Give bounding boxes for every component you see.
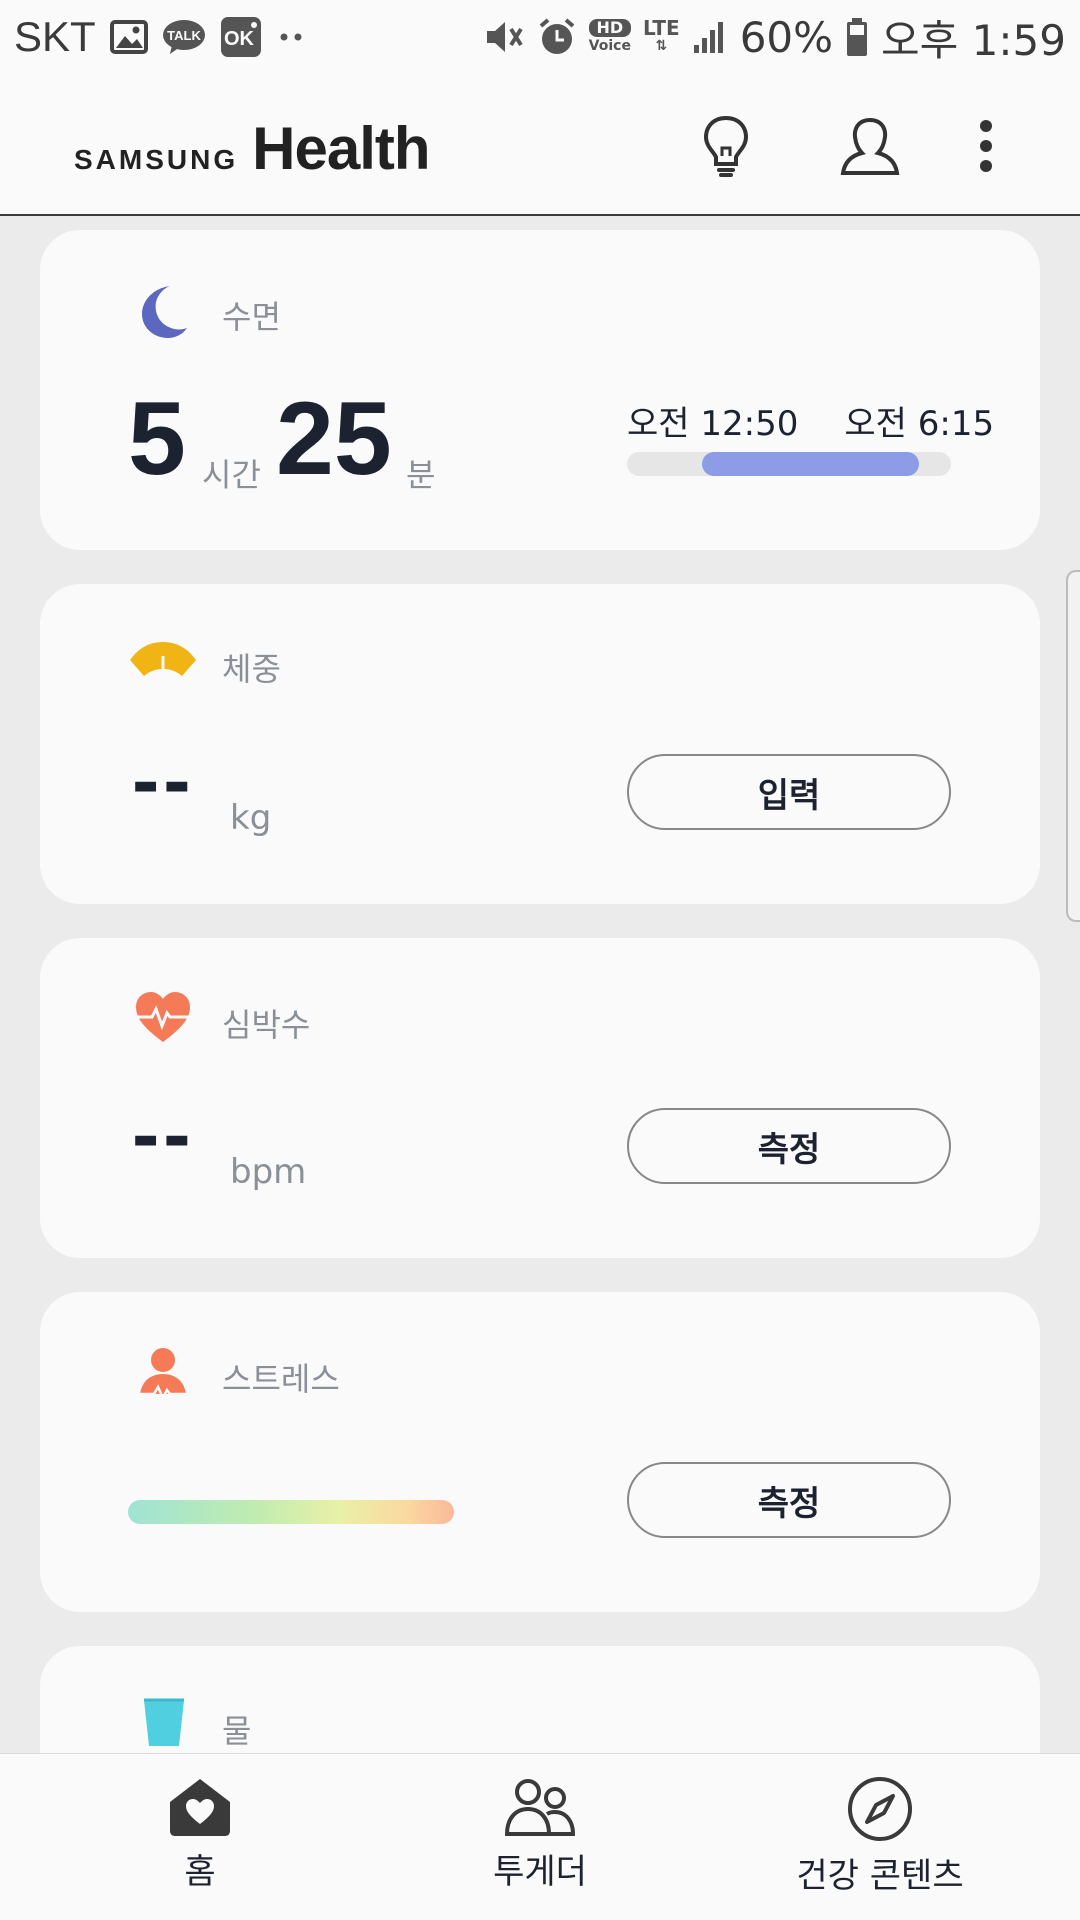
sleep-end-time: 오전 6:15 xyxy=(844,404,995,444)
stress-title: 스트레스 xyxy=(222,1360,340,1398)
sleep-minutes-unit: 분 xyxy=(406,456,436,494)
clock: 오후 1:59 xyxy=(881,15,1066,65)
sleep-hours: 5 xyxy=(128,381,186,497)
weight-input-button[interactable]: 입력 xyxy=(627,754,951,830)
sleep-timeline-fill xyxy=(701,452,919,476)
profile-icon[interactable] xyxy=(832,108,908,184)
side-panel-handle[interactable] xyxy=(1066,570,1080,922)
carrier-label: SKT xyxy=(14,13,96,60)
sleep-hours-unit: 시간 xyxy=(202,456,261,494)
ok-cashbag-icon: OK xyxy=(220,16,262,58)
sleep-start-time: 오전 12:50 xyxy=(627,404,799,444)
hd-voice-icon: HD Voice xyxy=(588,19,631,55)
gallery-icon xyxy=(109,20,148,54)
alarm-icon xyxy=(537,17,577,57)
compass-icon xyxy=(848,1777,912,1841)
weight-value: -- xyxy=(132,735,195,826)
nav-together-label: 투게더 xyxy=(493,1852,587,1892)
more-vert-icon[interactable] xyxy=(948,108,1024,184)
weight-title: 체중 xyxy=(222,650,281,688)
stress-card[interactable]: 스트레스 측정 xyxy=(40,1292,1040,1612)
sleep-card[interactable]: 수면 5 시간 25 분 오전 12:50 오전 6:15 xyxy=(40,230,1040,550)
mute-icon xyxy=(483,17,525,57)
brand-health: Health xyxy=(252,115,430,182)
weight-unit: kg xyxy=(230,798,272,838)
sleep-minutes: 25 xyxy=(276,381,392,497)
together-icon xyxy=(504,1779,576,1836)
heart-rate-card[interactable]: 심박수 -- bpm 측정 xyxy=(40,938,1040,1258)
lightbulb-icon[interactable] xyxy=(688,108,764,184)
water-card[interactable]: 물 xyxy=(40,1646,1040,1753)
lte-label: LTE xyxy=(642,16,680,40)
scale-icon xyxy=(128,640,198,680)
water-glass-icon xyxy=(142,1698,186,1748)
sleep-time-range: 오전 12:50 오전 6:15 xyxy=(627,396,994,445)
hd-label: HD xyxy=(588,19,631,37)
battery-icon xyxy=(845,17,869,57)
more-dots-icon xyxy=(276,31,306,43)
battery-percent: 60% xyxy=(739,12,834,62)
brand-samsung: SAMSUNG xyxy=(74,144,239,175)
stress-measure-button[interactable]: 측정 xyxy=(627,1462,951,1538)
moon-icon xyxy=(136,282,190,340)
app-logo: SAMSUNG Health xyxy=(74,114,431,183)
home-heart-icon xyxy=(170,1779,230,1836)
sleep-timeline-track xyxy=(627,452,951,476)
signal-icon xyxy=(692,19,728,55)
nav-home[interactable]: 홈 xyxy=(160,1776,240,1893)
stress-level-bar xyxy=(128,1500,454,1524)
lte-icon: LTE ⇅ xyxy=(642,16,680,54)
bottom-navigation: 홈 투게더 건강 콘텐츠 xyxy=(0,1753,1080,1920)
heart-rate-unit: bpm xyxy=(230,1152,307,1192)
heart-rate-measure-button[interactable]: 측정 xyxy=(627,1108,951,1184)
status-bar: SKT TALK OK HD Voice LTE ⇅ 60% 오후 1:59 xyxy=(0,0,1080,74)
heart-rate-value: -- xyxy=(132,1089,195,1180)
water-title: 물 xyxy=(222,1712,252,1750)
stress-icon xyxy=(136,1344,190,1400)
voice-label: Voice xyxy=(588,38,631,54)
nav-home-label: 홈 xyxy=(184,1852,216,1892)
app-header: SAMSUNG Health xyxy=(0,74,1080,216)
nav-health-content[interactable]: 건강 콘텐츠 xyxy=(780,1776,980,1897)
nav-together[interactable]: 투게더 xyxy=(480,1776,600,1893)
sleep-title: 수면 xyxy=(222,298,281,336)
dashboard-content[interactable]: 수면 5 시간 25 분 오전 12:50 오전 6:15 체중 -- kg 입… xyxy=(0,218,1080,1753)
heart-rate-title: 심박수 xyxy=(222,1006,311,1044)
weight-card[interactable]: 체중 -- kg 입력 xyxy=(40,584,1040,904)
nav-health-content-label: 건강 콘텐츠 xyxy=(796,1856,964,1896)
kakaotalk-icon: TALK xyxy=(162,19,206,55)
ok-badge-text: OK xyxy=(224,28,255,50)
heart-rate-icon xyxy=(134,990,192,1044)
talk-badge-text: TALK xyxy=(167,28,201,43)
